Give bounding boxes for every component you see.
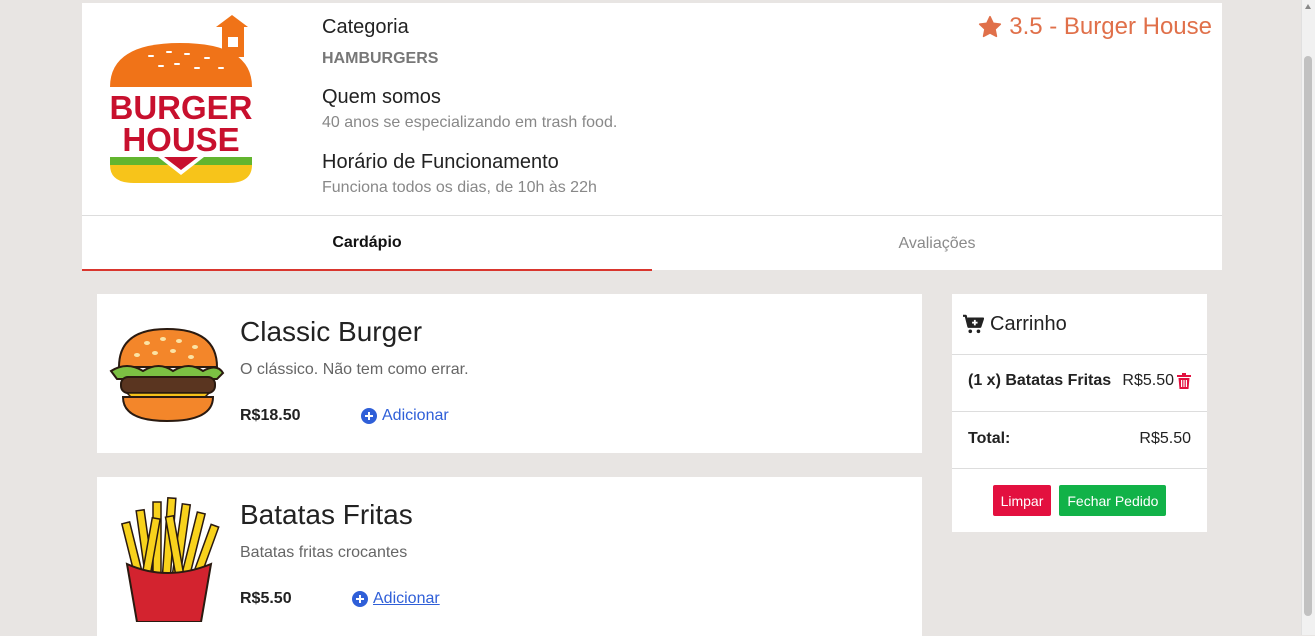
- cart-item-price: R$5.50: [1122, 372, 1174, 389]
- hours-text: Funciona todos os dias, de 10h às 22h: [322, 179, 597, 196]
- trash-icon[interactable]: [1177, 373, 1191, 389]
- total-value: R$5.50: [1139, 430, 1191, 447]
- tab-bar: Cardápio Avaliações: [82, 215, 1222, 271]
- scrollbar[interactable]: [1301, 0, 1315, 635]
- plus-circle-icon: [361, 408, 377, 424]
- product-description: Batatas fritas crocantes: [240, 544, 408, 561]
- add-label: Adicionar: [373, 590, 440, 607]
- cart-panel: Carrinho (1 x) Batatas Fritas R$5.50 Tot…: [952, 294, 1207, 532]
- category-value: HAMBURGERS: [322, 50, 439, 67]
- logo-text-house: HOUSE: [122, 121, 239, 158]
- restaurant-logo: BURGER HOUSE: [109, 15, 253, 183]
- add-to-cart-button[interactable]: Adicionar: [352, 590, 440, 608]
- tab-avaliacoes[interactable]: Avaliações: [652, 216, 1222, 271]
- hours-title: Horário de Funcionamento: [322, 151, 559, 173]
- about-text: 40 anos se especializando em trash food.: [322, 114, 618, 131]
- divider: [952, 354, 1207, 355]
- cart-item-label: (1 x) Batatas Fritas: [968, 372, 1112, 389]
- rating: 3.5 - Burger House: [977, 13, 1212, 41]
- product-price: R$5.50: [240, 590, 292, 607]
- add-to-cart-button[interactable]: Adicionar: [361, 407, 449, 425]
- star-icon: [979, 15, 1002, 38]
- rating-text: 3.5 - Burger House: [1009, 13, 1212, 40]
- divider: [952, 468, 1207, 469]
- product-card: Classic Burger O clássico. Não tem como …: [97, 294, 922, 453]
- plus-circle-icon: [352, 591, 368, 607]
- scrollbar-thumb[interactable]: [1304, 56, 1312, 616]
- cart-plus-icon: [963, 314, 984, 334]
- fries-image: [120, 497, 220, 622]
- divider: [952, 411, 1207, 412]
- tab-cardapio[interactable]: Cardápio: [82, 216, 652, 271]
- checkout-button[interactable]: Fechar Pedido: [1059, 485, 1167, 516]
- cart-header: Carrinho: [962, 304, 1067, 344]
- clear-cart-button[interactable]: Limpar: [992, 485, 1052, 516]
- product-name: Classic Burger: [240, 316, 423, 347]
- category-title: Categoria: [322, 16, 409, 38]
- product-description: O clássico. Não tem como errar.: [240, 361, 469, 378]
- restaurant-header: BURGER HOUSE Categoria HAMBURGERS Quem s…: [82, 3, 1222, 271]
- burger-image: [109, 327, 225, 423]
- cart-title: Carrinho: [990, 312, 1067, 335]
- cart-total: Total: R$5.50: [968, 430, 1191, 448]
- product-card: Batatas Fritas Batatas fritas crocantes …: [97, 477, 922, 636]
- about-title: Quem somos: [322, 86, 441, 108]
- product-name: Batatas Fritas: [240, 499, 413, 530]
- add-label: Adicionar: [382, 407, 449, 424]
- cart-item: (1 x) Batatas Fritas R$5.50: [968, 372, 1191, 390]
- total-label: Total:: [968, 430, 1011, 447]
- product-price: R$18.50: [240, 407, 301, 424]
- restaurant-info: Categoria HAMBURGERS Quem somos 40 anos …: [322, 15, 617, 196]
- scroll-up-arrow-icon[interactable]: [1305, 4, 1311, 9]
- cart-actions: Limpar Fechar Pedido: [952, 485, 1207, 516]
